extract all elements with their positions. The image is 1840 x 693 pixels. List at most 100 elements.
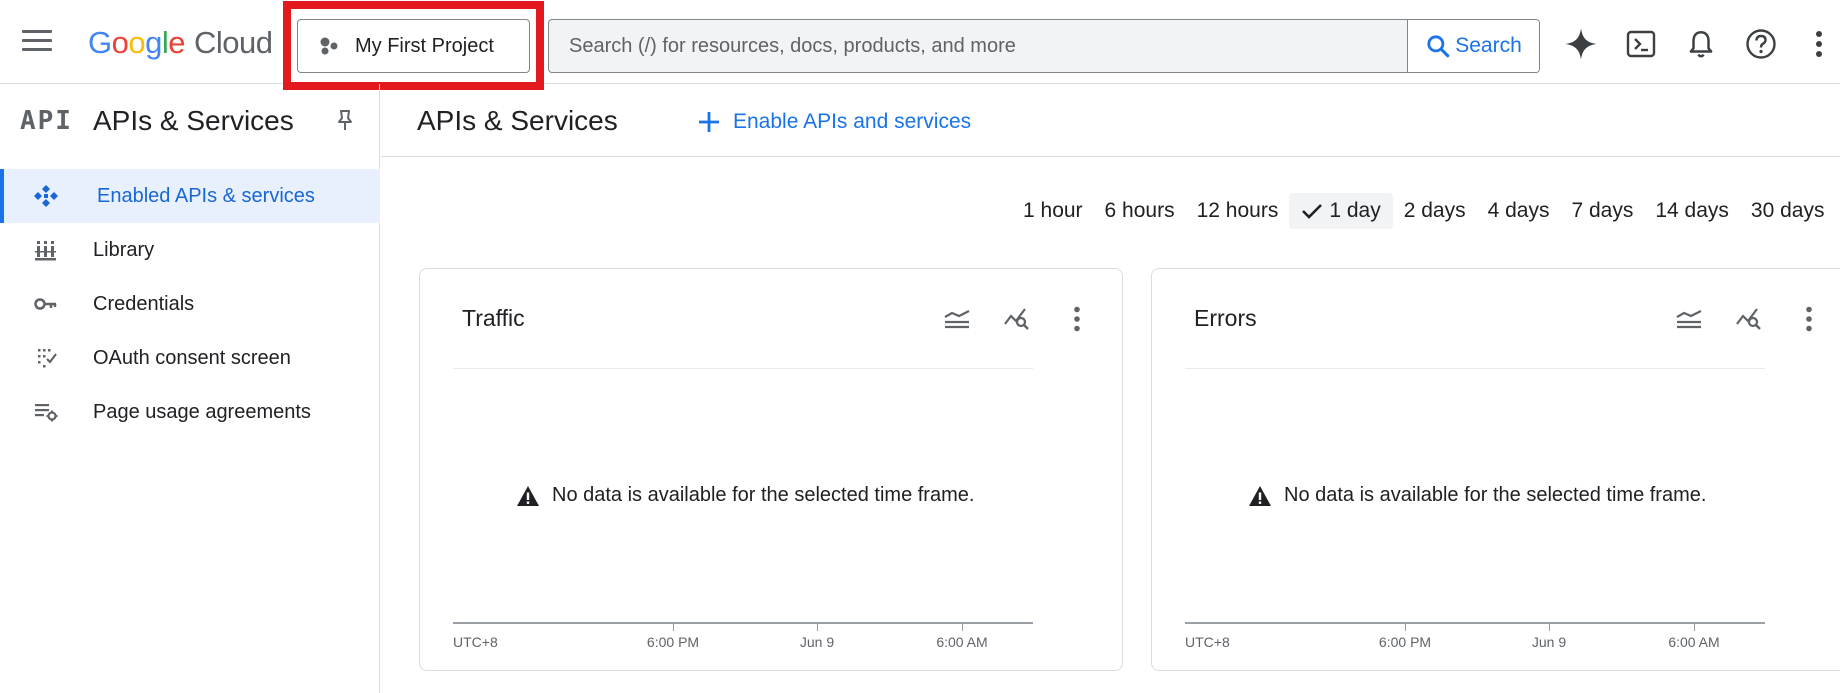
explore-chart-icon[interactable] bbox=[1001, 303, 1033, 335]
page-usage-settings-icon bbox=[35, 404, 58, 422]
logo-letter: g bbox=[145, 25, 162, 60]
time-option-12-hours[interactable]: 12 hours bbox=[1186, 193, 1290, 229]
search-bar: Search bbox=[548, 19, 1540, 73]
time-option-4-days[interactable]: 4 days bbox=[1477, 193, 1561, 229]
warning-icon bbox=[1249, 485, 1271, 506]
project-dots-icon bbox=[320, 37, 338, 55]
pin-icon[interactable] bbox=[333, 108, 357, 132]
time-option-14-days[interactable]: 14 days bbox=[1644, 193, 1740, 229]
logo-letter: o bbox=[128, 25, 146, 60]
hamburger-menu-icon[interactable] bbox=[22, 30, 52, 54]
x-axis-label: Jun 9 bbox=[799, 634, 835, 650]
x-axis-label: Jun 9 bbox=[1531, 634, 1567, 650]
library-icon bbox=[35, 241, 56, 261]
no-data-message: No data is available for the selected ti… bbox=[1284, 484, 1707, 506]
time-option-label: 12 hours bbox=[1196, 199, 1279, 222]
sidebar-item-enabled-apis[interactable]: Enabled APIs & services bbox=[0, 169, 380, 223]
x-axis-line bbox=[453, 622, 1033, 624]
legend-toggle-icon[interactable] bbox=[1673, 303, 1705, 335]
project-selector-label: My First Project bbox=[355, 34, 494, 57]
sidebar-item-oauth[interactable]: OAuth consent screen bbox=[0, 331, 380, 385]
plus-icon bbox=[699, 112, 719, 132]
x-axis-label: UTC+8 bbox=[1185, 634, 1230, 650]
time-option-label: 2 days bbox=[1403, 199, 1466, 222]
explore-chart-icon[interactable] bbox=[1733, 303, 1765, 335]
enabled-apis-icon bbox=[34, 185, 58, 207]
sidebar-title: APIs & Services bbox=[93, 105, 294, 136]
x-axis-tick bbox=[817, 624, 818, 631]
gemini-sparkle-icon[interactable] bbox=[1563, 26, 1599, 62]
more-vert-icon[interactable] bbox=[1793, 303, 1825, 335]
card-title: Traffic bbox=[462, 305, 525, 331]
sidebar: API APIs & Services Enabled APIs & servi… bbox=[0, 84, 380, 693]
x-axis-label: 6:00 PM bbox=[1378, 634, 1432, 650]
time-option-label: 6 hours bbox=[1104, 199, 1175, 222]
time-option-label: 30 days bbox=[1750, 199, 1825, 222]
time-option-1-day[interactable]: 1 day bbox=[1289, 193, 1393, 229]
top-bar: Google Cloud My First Project Search bbox=[0, 0, 1840, 90]
x-axis-label: UTC+8 bbox=[453, 634, 498, 650]
x-axis-tick bbox=[673, 624, 674, 631]
sidebar-item-label: OAuth consent screen bbox=[93, 346, 291, 369]
time-option-label: 1 hour bbox=[1023, 199, 1083, 222]
cloud-shell-terminal-icon[interactable] bbox=[1623, 26, 1659, 62]
more-vert-icon[interactable] bbox=[1061, 303, 1093, 335]
sidebar-item-credentials[interactable]: Credentials bbox=[0, 277, 380, 331]
x-axis-tick bbox=[1405, 624, 1406, 631]
x-axis-label: 6:00 PM bbox=[646, 634, 700, 650]
sidebar-item-label: Credentials bbox=[93, 292, 195, 315]
search-button[interactable]: Search bbox=[1407, 20, 1539, 72]
logo-letter: G bbox=[88, 25, 112, 60]
sidebar-item-label: Page usage agreements bbox=[93, 400, 311, 423]
time-option-1-hour[interactable]: 1 hour bbox=[1012, 193, 1094, 229]
x-axis-line bbox=[1185, 622, 1765, 624]
project-selector-button[interactable]: My First Project bbox=[297, 19, 530, 73]
sidebar-header: API APIs & Services bbox=[0, 84, 379, 156]
time-option-label: 7 days bbox=[1571, 199, 1634, 222]
time-option-6-hours[interactable]: 6 hours bbox=[1094, 193, 1186, 229]
time-range-selector: 1 hour 6 hours 12 hours 1 day 2 days 4 d… bbox=[1012, 193, 1835, 229]
main-header: APIs & Services Enable APIs and services bbox=[381, 84, 1840, 157]
legend-toggle-icon[interactable] bbox=[941, 303, 973, 335]
check-icon bbox=[1302, 204, 1323, 219]
x-axis-tick bbox=[1694, 624, 1695, 631]
errors-card: Errors No data is available for the sele… bbox=[1151, 268, 1840, 671]
no-data-message: No data is available for the selected ti… bbox=[552, 484, 975, 506]
card-divider bbox=[1185, 368, 1765, 369]
oauth-consent-icon bbox=[38, 349, 57, 368]
sidebar-item-library[interactable]: Library bbox=[0, 223, 380, 277]
traffic-card: Traffic No data is available for the sel… bbox=[419, 268, 1123, 671]
time-option-2-days[interactable]: 2 days bbox=[1393, 193, 1477, 229]
sidebar-item-page-usage[interactable]: Page usage agreements bbox=[0, 385, 380, 439]
notifications-bell-icon[interactable] bbox=[1683, 26, 1719, 62]
warning-icon bbox=[517, 485, 539, 506]
no-data-notice: No data is available for the selected ti… bbox=[1248, 484, 1706, 507]
key-icon bbox=[34, 298, 57, 310]
search-input[interactable] bbox=[549, 20, 1407, 72]
time-option-label: 1 day bbox=[1329, 199, 1381, 222]
time-option-7-days[interactable]: 7 days bbox=[1560, 193, 1644, 229]
logo-product: Cloud bbox=[194, 25, 273, 60]
enable-apis-button[interactable]: Enable APIs and services bbox=[697, 106, 971, 138]
page-title: APIs & Services bbox=[417, 105, 618, 136]
api-logo-icon: API bbox=[20, 106, 73, 136]
search-icon bbox=[1427, 35, 1450, 58]
x-axis-tick bbox=[1549, 624, 1550, 631]
x-axis-label: 6:00 AM bbox=[1668, 634, 1720, 650]
x-axis-label: 6:00 AM bbox=[936, 634, 988, 650]
search-button-label: Search bbox=[1455, 34, 1522, 57]
help-icon[interactable] bbox=[1743, 26, 1779, 62]
logo-letter: o bbox=[111, 25, 129, 60]
time-option-30-days[interactable]: 30 days bbox=[1740, 193, 1836, 229]
more-vert-icon[interactable] bbox=[1801, 26, 1837, 62]
google-cloud-logo[interactable]: Google Cloud bbox=[88, 25, 273, 61]
card-title: Errors bbox=[1194, 305, 1257, 331]
enable-apis-label: Enable APIs and services bbox=[733, 110, 972, 133]
logo-letter: e bbox=[168, 25, 186, 60]
time-option-label: 4 days bbox=[1487, 199, 1550, 222]
x-axis-tick bbox=[962, 624, 963, 631]
no-data-notice: No data is available for the selected ti… bbox=[516, 484, 974, 507]
sidebar-item-label: Library bbox=[93, 238, 155, 261]
sidebar-item-label: Enabled APIs & services bbox=[97, 184, 315, 207]
time-option-label: 14 days bbox=[1655, 199, 1729, 222]
